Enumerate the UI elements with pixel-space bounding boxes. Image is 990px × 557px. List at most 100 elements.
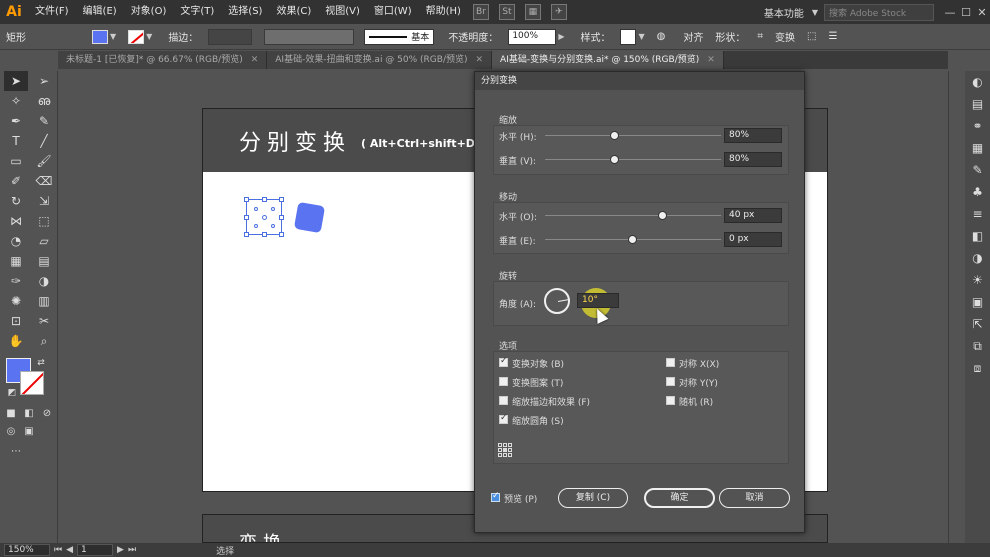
scale-strokes-label[interactable]: 缩放描边和效果 (F)	[512, 395, 590, 408]
gradient-panel-icon[interactable]: ◧	[965, 225, 990, 247]
resize-handle[interactable]	[262, 197, 267, 202]
appearance-panel-icon[interactable]: ☀	[965, 269, 990, 291]
transform-patterns-label[interactable]: 变换图案 (T)	[512, 376, 563, 389]
maximize-icon[interactable]: ☐	[958, 6, 974, 19]
ref-point-cell[interactable]	[498, 443, 502, 447]
menu-type[interactable]: 文字(T)	[173, 0, 221, 24]
first-artboard-icon[interactable]: ⏮	[54, 545, 62, 555]
swatches-panel-icon[interactable]: ▦	[965, 137, 990, 159]
graphic-styles-panel-icon[interactable]: ▣	[965, 291, 990, 313]
next-artboard-icon[interactable]: ▶	[117, 545, 124, 555]
eraser-tool-icon[interactable]: ⌫	[32, 171, 56, 191]
magic-wand-tool-icon[interactable]: ✧	[4, 91, 28, 111]
line-tool-icon[interactable]: ╱	[32, 131, 56, 151]
last-artboard-icon[interactable]: ⏭	[128, 545, 136, 555]
artboard-tool-icon[interactable]: ⊡	[4, 311, 28, 331]
reflect-x-label[interactable]: 对称 X(X)	[679, 357, 719, 370]
ref-point-cell[interactable]	[508, 453, 512, 457]
transform-objects-label[interactable]: 变换对象 (B)	[512, 357, 564, 370]
type-tool-icon[interactable]: T	[4, 131, 28, 151]
stroke-weight-field[interactable]	[208, 28, 253, 45]
menu-edit[interactable]: 编辑(E)	[76, 0, 124, 24]
close-icon[interactable]: ✕	[476, 55, 484, 65]
align-button[interactable]: 对齐	[677, 29, 709, 44]
transparency-panel-icon[interactable]: ◑	[965, 247, 990, 269]
layers-panel-icon[interactable]: ⧉	[965, 335, 990, 357]
selected-object-bounding-box[interactable]	[244, 197, 284, 237]
resize-handle[interactable]	[244, 232, 249, 237]
stroke-color-box[interactable]	[20, 371, 44, 395]
slice-tool-icon[interactable]: ✂	[32, 311, 56, 331]
scale-strokes-checkbox[interactable]	[499, 396, 508, 405]
random-checkbox[interactable]	[666, 396, 675, 405]
color-panel-icon[interactable]: ◐	[965, 71, 990, 93]
move-horizontal-slider-thumb[interactable]	[657, 211, 667, 220]
ref-point-cell[interactable]	[503, 453, 507, 457]
graphic-style-swatch[interactable]	[620, 28, 637, 45]
recolor-icon[interactable]: ◍	[651, 31, 672, 42]
angle-field[interactable]: 10°	[577, 293, 619, 308]
close-icon[interactable]: ✕	[974, 6, 990, 19]
transform-button[interactable]: 变换	[769, 29, 801, 44]
move-vertical-slider-thumb[interactable]	[628, 235, 637, 244]
resize-handle[interactable]	[279, 215, 284, 220]
doc-tab-transform[interactable]: AI基础-变换与分别变换.ai* @ 150% (RGB/预览) ✕	[492, 51, 724, 69]
edit-toolbar-icon[interactable]: ⋯	[4, 441, 28, 461]
symbols-panel-icon[interactable]: ♣	[965, 181, 990, 203]
symbol-sprayer-tool-icon[interactable]: ✺	[4, 291, 28, 311]
stroke-swatch[interactable]	[128, 29, 145, 44]
gpu-performance-icon[interactable]: ✈	[550, 4, 567, 20]
menu-help[interactable]: 帮助(H)	[419, 0, 468, 24]
preview-label[interactable]: 预览 (P)	[504, 492, 537, 505]
resize-handle[interactable]	[244, 215, 249, 220]
menu-effect[interactable]: 效果(C)	[269, 0, 318, 24]
color-guide-icon[interactable]: ▤	[965, 93, 990, 115]
default-colors-icon[interactable]: ◩	[6, 383, 18, 403]
move-horizontal-field[interactable]: 40 px	[724, 208, 782, 223]
zoom-tool-icon[interactable]: ⌕	[32, 331, 56, 351]
ref-point-cell[interactable]	[503, 443, 507, 447]
chevron-down-icon[interactable]: ▼	[146, 32, 152, 41]
more-options-icon[interactable]: ☰	[822, 31, 843, 42]
menu-window[interactable]: 窗口(W)	[367, 0, 419, 24]
chevron-right-icon[interactable]: ▶	[558, 32, 564, 41]
workspace-switcher[interactable]: 基本功能	[764, 5, 804, 20]
stroke-panel-icon[interactable]: ≡	[965, 203, 990, 225]
ref-point-cell[interactable]	[508, 448, 512, 452]
color-mode-icon[interactable]: ■	[4, 403, 18, 423]
resize-handle[interactable]	[244, 197, 249, 202]
rectangle-tool-icon[interactable]: ▭	[4, 151, 28, 171]
screen-mode-icon[interactable]: ▣	[22, 421, 36, 441]
corner-widget[interactable]	[271, 207, 275, 211]
chevron-down-icon[interactable]: ▼	[812, 8, 818, 17]
curvature-tool-icon[interactable]: ✎	[32, 111, 56, 131]
menu-file[interactable]: 文件(F)	[28, 0, 76, 24]
links-panel-icon[interactable]: ⚭	[965, 115, 990, 137]
reflect-y-checkbox[interactable]	[666, 377, 675, 386]
doc-tab-untitled[interactable]: 未标题-1 [已恢复]* @ 66.67% (RGB/预览) ✕	[58, 51, 268, 69]
chevron-down-icon[interactable]: ▼	[110, 32, 116, 41]
resize-handle[interactable]	[279, 197, 284, 202]
prev-artboard-icon[interactable]: ◀	[66, 545, 73, 555]
corner-widget[interactable]	[271, 224, 275, 228]
free-transform-tool-icon[interactable]: ⬚	[32, 211, 56, 231]
bridge-icon[interactable]: Br	[472, 4, 489, 20]
paintbrush-tool-icon[interactable]: 🖌	[32, 151, 56, 171]
ref-point-cell[interactable]	[503, 448, 507, 452]
reference-point-icon[interactable]	[498, 443, 512, 457]
angle-dial[interactable]	[544, 288, 570, 314]
scale-vertical-slider[interactable]	[545, 159, 721, 160]
random-label[interactable]: 随机 (R)	[679, 395, 713, 408]
stroke-style-dropdown[interactable]: 基本	[364, 28, 435, 45]
minimize-icon[interactable]: —	[942, 6, 958, 19]
ok-button[interactable]: 确定	[644, 488, 715, 508]
transformed-square-preview[interactable]	[293, 201, 326, 234]
move-horizontal-slider[interactable]	[545, 215, 721, 216]
variable-width-field[interactable]	[264, 28, 355, 45]
scale-horizontal-slider[interactable]	[545, 135, 721, 136]
scale-corners-label[interactable]: 缩放圆角 (S)	[512, 414, 564, 427]
reflect-y-label[interactable]: 对称 Y(Y)	[679, 376, 718, 389]
direct-selection-tool-icon[interactable]: ➢	[32, 71, 56, 91]
isolate-icon[interactable]: ⬚	[801, 31, 822, 42]
transform-patterns-checkbox[interactable]	[499, 377, 508, 386]
